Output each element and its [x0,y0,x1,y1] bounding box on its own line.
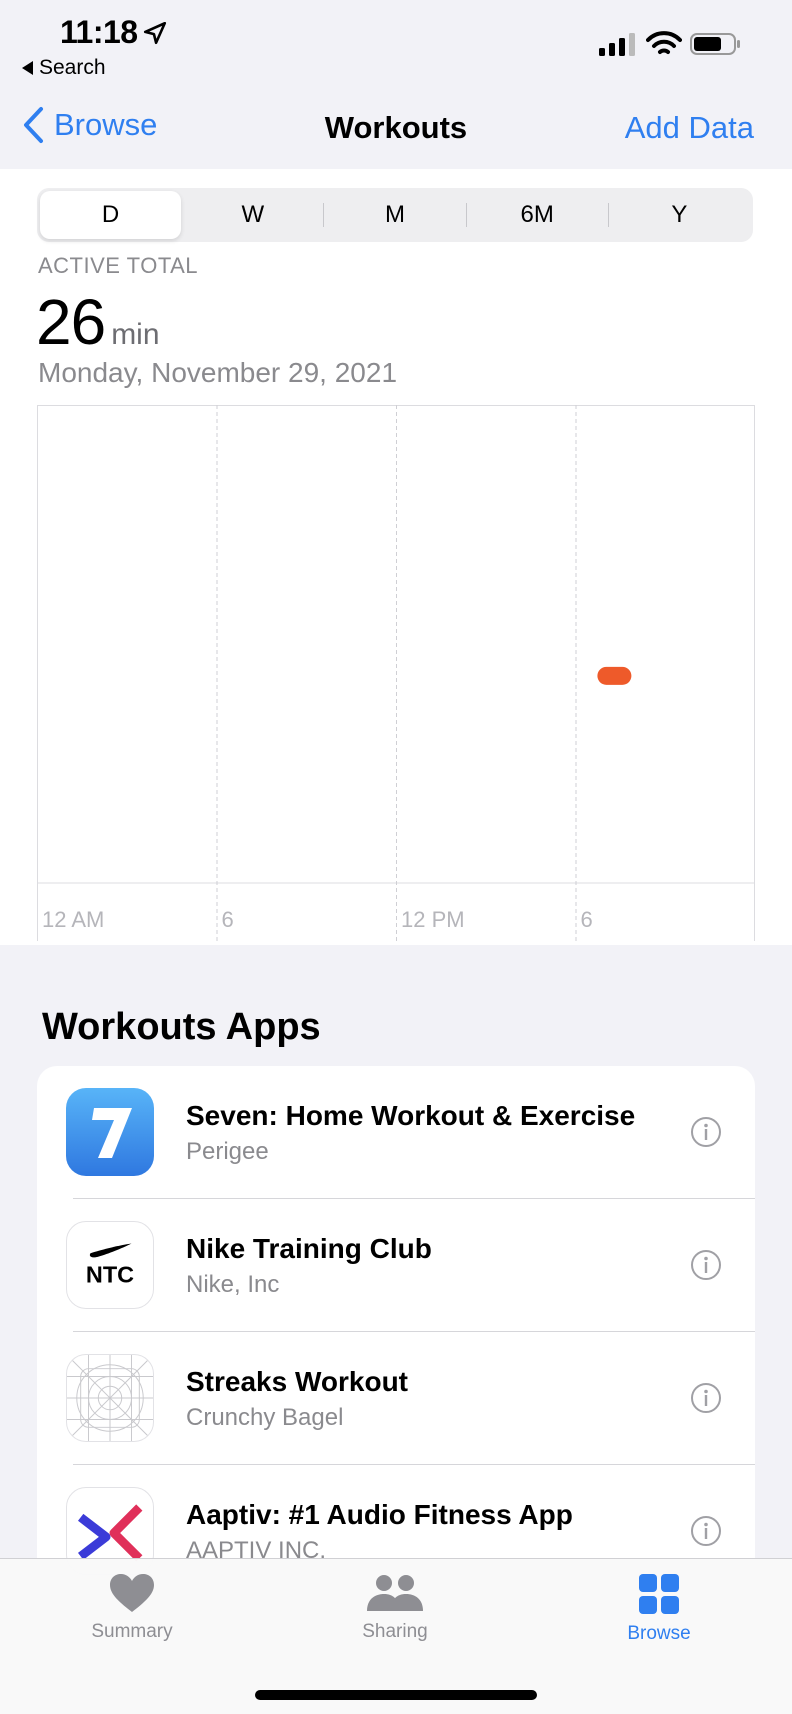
status-bar: 11:18 Search [0,0,792,86]
streaks-app-icon [66,1354,154,1442]
tab-summary[interactable]: Summary [52,1573,212,1643]
seven-app-icon [66,1088,154,1176]
app-developer: Nike, Inc [186,1271,280,1298]
navigation-bar: Browse Workouts Add Data [0,96,792,156]
segment-year[interactable]: Y [609,191,750,239]
app-name: Streaks Workout [186,1366,408,1397]
tab-sharing[interactable]: Sharing [315,1573,475,1643]
battery-icon [690,33,740,55]
active-total-unit: min [111,318,160,351]
info-icon[interactable] [690,1382,722,1414]
grid-icon [639,1574,679,1614]
back-triangle-icon [22,61,33,75]
active-total-value: 26 min [36,285,160,359]
heart-icon [110,1574,154,1612]
segment-month[interactable]: M [324,191,465,239]
chart-section: D W M 6M Y ACTIVE TOTAL 26 min Monday, N… [0,169,792,945]
x-tick-label: 12 PM [401,907,465,932]
active-total-label: ACTIVE TOTAL [38,253,199,278]
x-tick-label: 6 [581,907,593,932]
app-row-streaks-workout[interactable]: Streaks Workout Crunchy Bagel [37,1332,755,1465]
info-icon[interactable] [690,1249,722,1281]
app-name: Aaptiv: #1 Audio Fitness App [186,1499,573,1530]
ntc-app-icon: NTC [66,1221,154,1309]
workout-data-point [597,666,632,685]
tab-sharing-label: Sharing [362,1621,428,1642]
ntc-icon-text: NTC [86,1262,134,1288]
workouts-apps-title: Workouts Apps [42,1006,321,1048]
back-to-app[interactable]: Search [22,56,106,80]
app-row-seven[interactable]: Seven: Home Workout & Exercise Perigee [37,1066,755,1199]
location-arrow-icon [143,21,167,45]
info-icon[interactable] [690,1515,722,1547]
info-icon[interactable] [690,1116,722,1148]
selected-date: Monday, November 29, 2021 [38,357,398,388]
tab-browse-label: Browse [627,1623,691,1644]
app-name: Seven: Home Workout & Exercise [186,1100,636,1131]
x-tick-label: 12 AM [42,907,104,932]
segment-week[interactable]: W [182,191,323,239]
add-data-button[interactable]: Add Data [625,110,754,146]
time-range-segmented-control: D W M 6M Y [37,188,753,242]
segment-6-months[interactable]: 6M [467,191,608,239]
segment-day[interactable]: D [40,191,182,239]
app-row-nike-training-club[interactable]: NTC Nike Training Club Nike, Inc [37,1199,755,1332]
tab-summary-label: Summary [91,1621,173,1642]
status-time: 11:18 [60,14,138,50]
people-icon [367,1575,423,1611]
back-app-label: Search [39,56,106,79]
workout-chart[interactable]: 12 AM 6 12 PM 6 [37,405,755,941]
workouts-apps-list: Seven: Home Workout & Exercise Perigee N… [37,1066,755,1586]
app-developer: Perigee [186,1138,269,1165]
x-tick-label: 6 [222,907,234,932]
active-total-number: 26 [36,286,106,358]
app-name: Nike Training Club [186,1233,432,1264]
tab-browse[interactable]: Browse [579,1573,739,1645]
home-indicator [255,1690,537,1700]
app-developer: Crunchy Bagel [186,1404,344,1431]
cellular-signal-icon [599,33,635,56]
wifi-icon [646,31,682,54]
